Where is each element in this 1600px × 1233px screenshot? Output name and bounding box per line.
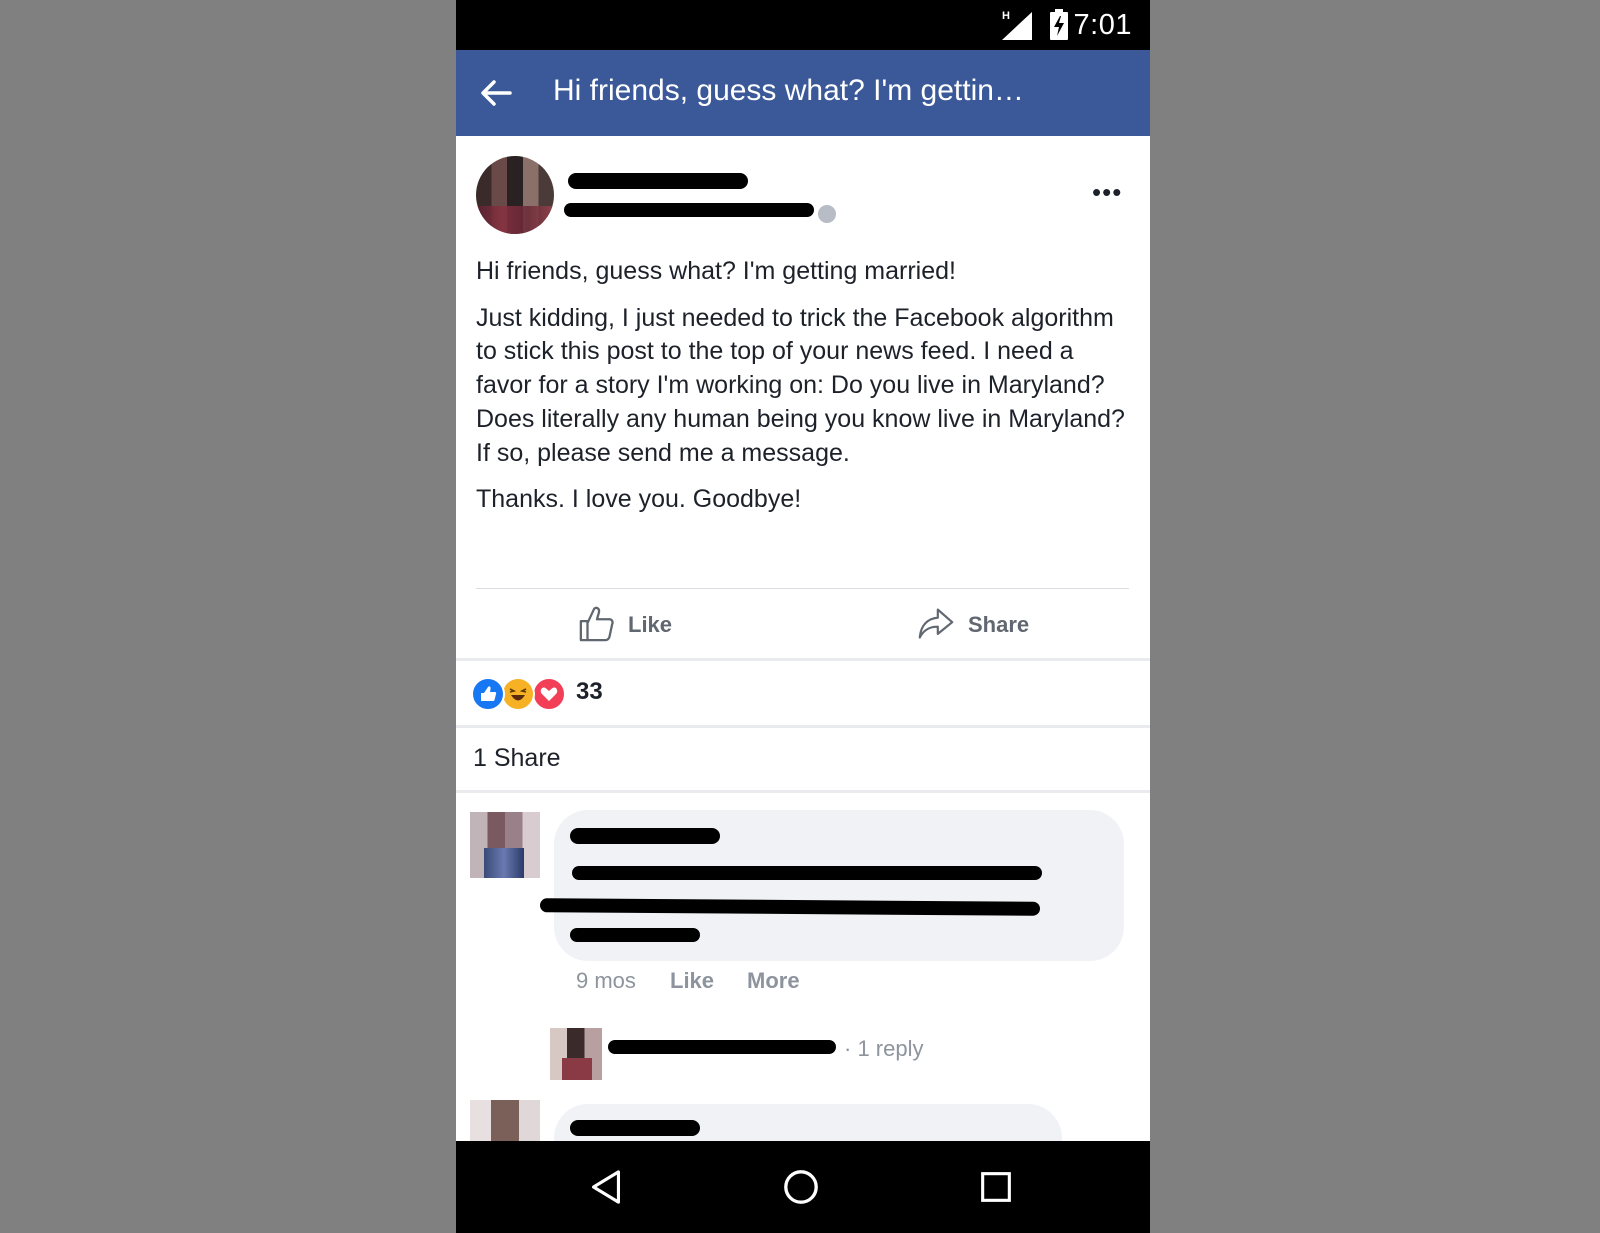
share-count[interactable]: 1 Share <box>473 744 561 773</box>
comment-text-redacted <box>570 928 700 942</box>
comment-text-redacted <box>572 866 1042 880</box>
post-paragraph: Thanks. I love you. Goodbye! <box>476 485 802 514</box>
globe-icon <box>818 205 836 223</box>
reaction-icons[interactable] <box>471 677 571 711</box>
arrow-left-icon[interactable] <box>478 75 514 111</box>
more-options-icon[interactable]: ••• <box>1092 177 1122 208</box>
divider <box>456 790 1150 793</box>
divider <box>456 658 1150 661</box>
author-name-redacted[interactable] <box>568 173 748 189</box>
like-reaction-icon <box>471 677 505 711</box>
comment-like-button[interactable]: Like <box>670 968 714 994</box>
commenter-name-redacted[interactable] <box>570 1120 700 1136</box>
commenter-avatar[interactable] <box>470 812 540 878</box>
comment-more-button[interactable]: More <box>747 968 800 994</box>
clock: 7:01 <box>1073 9 1132 41</box>
phone-screen: H 7:01 Hi friends, guess what? I'm getti… <box>456 0 1150 1233</box>
post-paragraph: Hi friends, guess what? I'm getting marr… <box>476 257 956 285</box>
share-button[interactable]: Share <box>918 600 1118 652</box>
reply-separator: · <box>844 1036 852 1061</box>
like-label: Like <box>628 612 673 637</box>
post-paragraph: Just kidding, I just needed to trick the… <box>476 303 1125 467</box>
thumbs-up-icon <box>579 606 614 642</box>
post-body: Hi friends, guess what? I'm getting marr… <box>476 255 1126 530</box>
signal-icon <box>1002 12 1032 40</box>
share-label: Share <box>968 612 1030 637</box>
battery-charging-icon <box>1050 9 1068 40</box>
reply-author-avatar[interactable] <box>550 1028 602 1080</box>
back-triangle-icon[interactable] <box>590 1169 622 1205</box>
system-nav-bar <box>456 1141 1150 1233</box>
timestamp-redacted[interactable] <box>564 203 814 217</box>
reply-author-redacted[interactable] <box>608 1040 836 1054</box>
haha-reaction-icon <box>501 677 535 711</box>
reaction-count[interactable]: 33 <box>576 678 603 706</box>
commenter-name-redacted[interactable] <box>570 828 720 844</box>
reply-count: 1 reply <box>857 1036 924 1061</box>
love-reaction-icon <box>532 677 566 711</box>
view-replies-link[interactable]: · 1 reply <box>844 1036 924 1062</box>
page-title: Hi friends, guess what? I'm gettin… <box>553 74 1024 107</box>
like-button[interactable]: Like <box>578 600 778 652</box>
divider <box>476 588 1129 589</box>
share-arrow-icon <box>918 608 954 639</box>
author-avatar[interactable] <box>476 156 554 234</box>
divider <box>456 725 1150 728</box>
home-circle-icon[interactable] <box>782 1168 820 1206</box>
status-bar: H 7:01 <box>456 0 1150 50</box>
comment-age: 9 mos <box>576 968 636 993</box>
app-bar: Hi friends, guess what? I'm gettin… <box>456 50 1150 136</box>
recents-square-icon[interactable] <box>980 1171 1012 1203</box>
